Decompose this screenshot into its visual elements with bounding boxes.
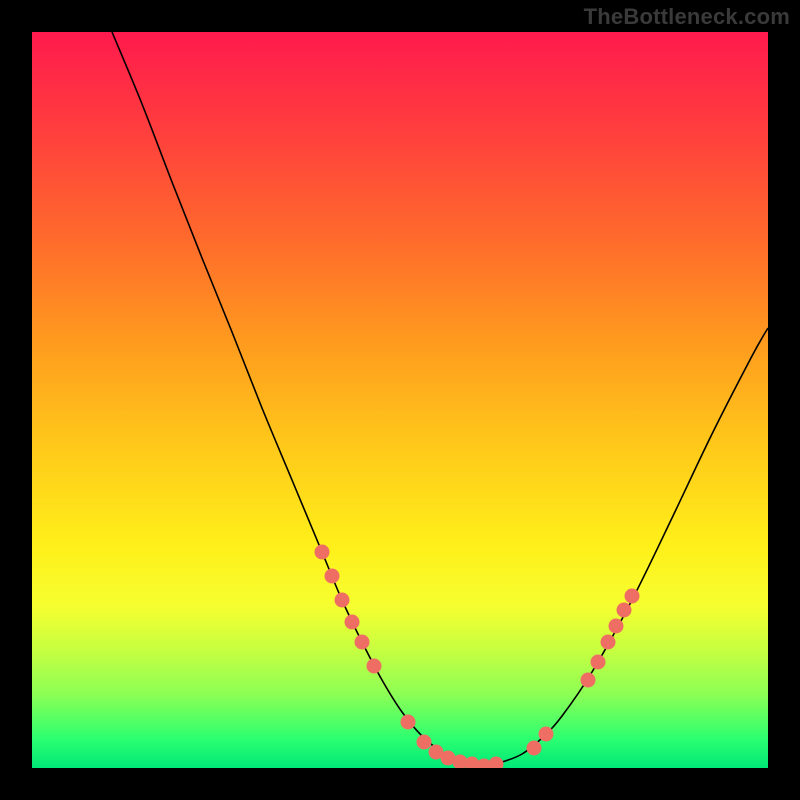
curve-marker bbox=[601, 635, 615, 649]
curve-marker bbox=[609, 619, 623, 633]
marker-group bbox=[315, 545, 639, 768]
curve-line bbox=[112, 32, 768, 766]
curve-marker bbox=[401, 715, 415, 729]
curve-marker bbox=[617, 603, 631, 617]
curve-marker bbox=[345, 615, 359, 629]
watermark-text: TheBottleneck.com bbox=[584, 4, 790, 30]
curve-marker bbox=[367, 659, 381, 673]
curve-marker bbox=[625, 589, 639, 603]
curve-marker bbox=[335, 593, 349, 607]
curve-marker bbox=[315, 545, 329, 559]
curve-marker bbox=[325, 569, 339, 583]
curve-marker bbox=[527, 741, 541, 755]
curve-marker bbox=[591, 655, 605, 669]
curve-marker bbox=[581, 673, 595, 687]
curve-marker bbox=[417, 735, 431, 749]
plot-frame bbox=[32, 32, 768, 768]
curve-marker bbox=[355, 635, 369, 649]
curve-marker bbox=[539, 727, 553, 741]
curve-marker bbox=[489, 757, 503, 768]
bottleneck-chart bbox=[32, 32, 768, 768]
